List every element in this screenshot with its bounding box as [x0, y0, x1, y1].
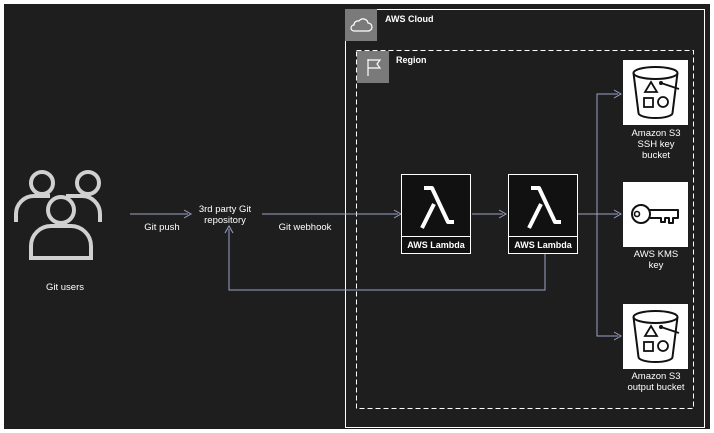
aws-cloud-label: AWS Cloud [385, 14, 434, 24]
architecture-diagram: AWS Cloud Region Git users Git push Git … [0, 0, 714, 433]
lambda-2-label: AWS Lambda [514, 240, 572, 250]
bucket-icon [623, 60, 688, 125]
region-label: Region [396, 55, 427, 65]
s3-out-line2: output bucket [627, 382, 685, 393]
repo-label-line1: 3rd party Git [198, 204, 252, 215]
users-icon [12, 166, 104, 262]
kms-line2: key [648, 260, 664, 271]
flag-icon [357, 51, 389, 83]
key-icon [623, 182, 688, 247]
s3-ssh-line3: bucket [642, 150, 670, 161]
s3-ssh-bucket-label: Amazon S3 SSH key bucket [620, 128, 692, 161]
git-users-label: Git users [45, 282, 84, 293]
bucket-icon [623, 304, 688, 369]
s3-out-line1: Amazon S3 [631, 371, 681, 382]
lambda-1-label: AWS Lambda [407, 240, 465, 250]
git-webhook-label: Git webhook [278, 222, 332, 233]
s3-ssh-line1: Amazon S3 [631, 128, 681, 139]
s3-ssh-line2: SSH key [637, 139, 675, 150]
s3-output-bucket-label: Amazon S3 output bucket [616, 371, 696, 393]
kms-key-label: AWS KMS key [620, 249, 692, 271]
kms-line1: AWS KMS [633, 249, 679, 260]
git-push-label: Git push [144, 222, 180, 233]
git-repository-node: 3rd party Git repository [190, 204, 260, 226]
repo-label-line2: repository [204, 215, 246, 226]
cloud-icon [345, 9, 377, 41]
